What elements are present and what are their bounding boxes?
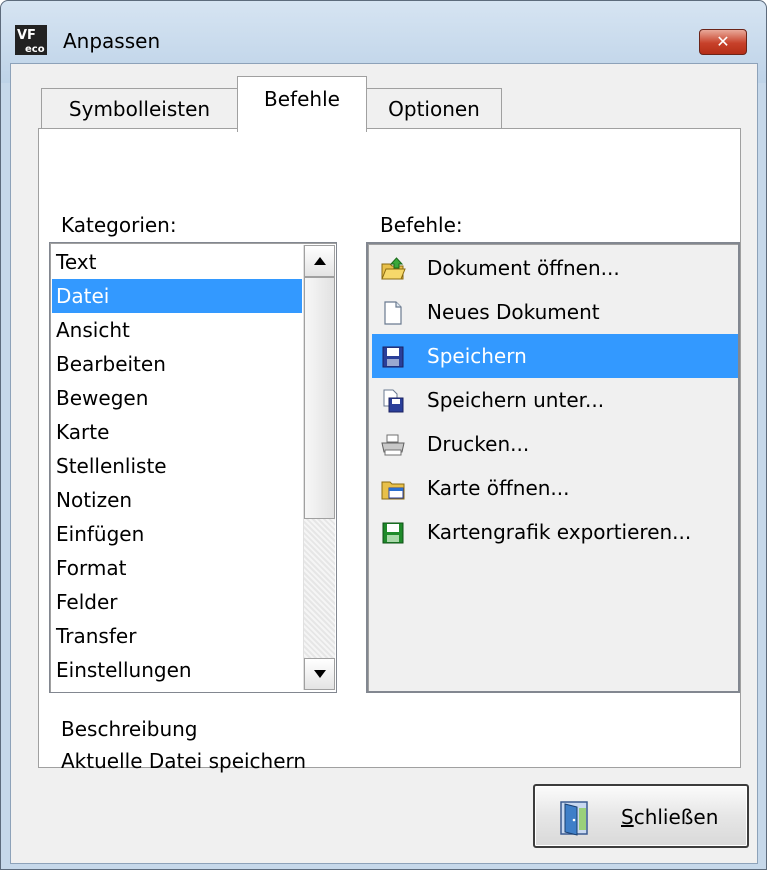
commands-listbox[interactable]: Dokument öffnen... Neues Dokument Speich… — [366, 242, 740, 693]
tab-panel-befehle: Kategorien: Befehle: Text Datei Ansicht … — [38, 128, 741, 773]
description-text: Aktuelle Datei speichern — [61, 749, 307, 773]
category-item-transfer[interactable]: Transfer — [52, 619, 302, 653]
command-label: Neues Dokument — [427, 300, 600, 324]
window-close-button[interactable]: ✕ — [699, 29, 747, 55]
command-label: Dokument öffnen... — [427, 256, 620, 280]
command-label: Speichern — [427, 344, 527, 368]
command-label: Speichern unter... — [427, 388, 605, 412]
command-item-speichern[interactable]: Speichern — [372, 334, 738, 378]
svg-text:VF: VF — [17, 28, 36, 43]
arrow-up-icon — [313, 257, 326, 265]
commands-label: Befehle: — [380, 213, 463, 237]
category-item-text[interactable]: Text — [52, 245, 302, 279]
scroll-down-button[interactable] — [304, 658, 335, 690]
categories-label: Kategorien: — [61, 213, 177, 237]
command-label: Kartengrafik exportieren... — [427, 520, 692, 544]
category-item-felder[interactable]: Felder — [52, 585, 302, 619]
tab-symbolleisten[interactable]: Symbolleisten — [41, 88, 238, 128]
command-item-kartengrafik-exportieren[interactable]: Kartengrafik exportieren... — [372, 510, 738, 554]
category-item-notizen[interactable]: Notizen — [52, 483, 302, 517]
category-item-datei[interactable]: Datei — [52, 279, 302, 313]
category-item-stellenliste[interactable]: Stellenliste — [52, 449, 302, 483]
tab-optionen[interactable]: Optionen — [366, 88, 502, 128]
scrollbar-thumb[interactable] — [304, 277, 335, 519]
printer-icon — [381, 434, 405, 456]
dialog-body: Symbolleisten Befehle Optionen Kategorie… — [10, 63, 758, 864]
app-logo-icon: VF eco — [15, 25, 47, 55]
command-label: Drucken... — [427, 432, 530, 456]
category-item-einstellungen[interactable]: Einstellungen — [52, 653, 302, 687]
close-button-label: Schließen — [621, 805, 719, 829]
tab-befehle[interactable]: Befehle — [237, 76, 367, 132]
description-title: Beschreibung — [61, 717, 198, 741]
scroll-up-button[interactable] — [304, 245, 335, 277]
svg-text:eco: eco — [25, 44, 45, 55]
category-item-einfuegen[interactable]: Einfügen — [52, 517, 302, 551]
exit-door-icon — [560, 801, 588, 836]
export-save-icon — [382, 522, 404, 544]
save-icon — [382, 346, 404, 368]
category-item-ansicht[interactable]: Ansicht — [52, 313, 302, 347]
command-item-drucken[interactable]: Drucken... — [372, 422, 738, 466]
command-item-speichern-unter[interactable]: Speichern unter... — [372, 378, 738, 422]
category-item-bewegen[interactable]: Bewegen — [52, 381, 302, 415]
category-item-bearbeiten[interactable]: Bearbeiten — [52, 347, 302, 381]
command-item-dokument-oeffnen[interactable]: Dokument öffnen... — [372, 246, 738, 290]
command-item-karte-oeffnen[interactable]: Karte öffnen... — [372, 466, 738, 510]
open-map-icon — [381, 481, 405, 500]
category-item-format[interactable]: Format — [52, 551, 302, 585]
close-button[interactable]: Schließen — [533, 784, 749, 848]
new-document-icon — [384, 301, 402, 325]
arrow-down-icon — [313, 670, 326, 678]
customize-dialog: VF eco Anpassen ✕ Symbolleisten Befehle … — [0, 0, 767, 870]
categories-scrollbar[interactable] — [303, 245, 335, 690]
command-label: Karte öffnen... — [427, 476, 570, 500]
save-as-icon — [383, 389, 404, 413]
categories-listbox[interactable]: Text Datei Ansicht Bearbeiten Bewegen Ka… — [49, 242, 337, 693]
window-title: Anpassen — [63, 29, 161, 53]
command-item-neues-dokument[interactable]: Neues Dokument — [372, 290, 738, 334]
open-folder-icon — [381, 257, 406, 280]
category-item-karte[interactable]: Karte — [52, 415, 302, 449]
